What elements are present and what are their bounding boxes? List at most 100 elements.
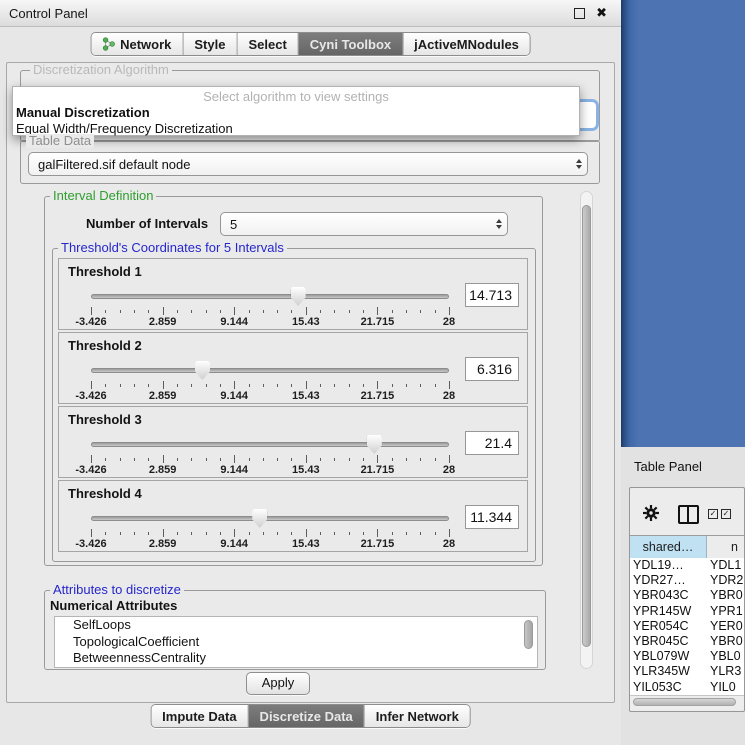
cell-shared-name: YDR27… (630, 573, 706, 588)
threshold-slider[interactable]: -3.4262.8599.14415.4321.71528 (91, 287, 449, 328)
numerical-attributes-list[interactable]: SelfLoopsTopologicalCoefficientBetweenne… (54, 616, 538, 668)
main-scrollbar[interactable] (580, 191, 593, 669)
table-row[interactable]: YDL19…YDL1 (630, 558, 744, 573)
cell-name: YPR1 (706, 604, 744, 619)
checkbox-columns-icon[interactable]: ✓ ✓ (708, 509, 731, 519)
table-row[interactable]: YPR145WYPR1 (630, 604, 744, 619)
tick-label: 28 (443, 390, 455, 402)
table-data-combobox[interactable]: galFiltered.sif default node (28, 152, 588, 176)
attributes-list-scrollbar[interactable] (524, 619, 534, 665)
slider-tick-labels: -3.4262.8599.14415.4321.71528 (91, 538, 449, 550)
threshold-slider[interactable]: -3.4262.8599.14415.4321.71528 (91, 435, 449, 476)
table-panel-window: ✓ ✓ shared… n YDL19…YDL1YDR27…YDR2YBR043… (629, 487, 745, 712)
slider-thumb-icon[interactable] (252, 509, 267, 528)
threshold-panel-2: Threshold 2-3.4262.8599.14415.4321.71528… (58, 332, 528, 404)
close-icon[interactable]: ✖ (596, 5, 607, 21)
cell-shared-name: YIL053C (630, 680, 706, 695)
table-row[interactable]: YDR27…YDR2 (630, 573, 744, 588)
table-row[interactable]: YBL079WYBL0 (630, 649, 744, 664)
tick-label: -3.426 (75, 464, 106, 476)
algorithm-option-manual-discretization[interactable]: Manual Discretization (13, 105, 579, 121)
tab-label: Network (120, 37, 171, 52)
cell-name: YLR3 (706, 664, 744, 679)
tick-label: 21.715 (361, 464, 395, 476)
attribute-item-betweennesscentrality[interactable]: BetweennessCentrality (55, 650, 537, 667)
cell-shared-name: YBR045C (630, 634, 706, 649)
combo-stepper-icon (490, 219, 507, 229)
tab-discretize-data[interactable]: Discretize Data (248, 705, 364, 727)
threshold-value-field[interactable]: 6.316 (465, 357, 519, 381)
interval-group-label: Interval Definition (50, 189, 156, 203)
cell-shared-name: YBR043C (630, 588, 706, 603)
control-panel: Control Panel ✖ NetworkStyleSelectCyni T… (0, 0, 621, 745)
tick-label: 28 (443, 316, 455, 328)
cell-name: YBL0 (706, 649, 744, 664)
tick-label: 2.859 (149, 538, 177, 550)
checkbox-icon: ✓ (721, 509, 731, 519)
slider-track[interactable] (91, 442, 449, 447)
tick-label: 2.859 (149, 464, 177, 476)
slider-track[interactable] (91, 516, 449, 521)
tab-style[interactable]: Style (182, 33, 236, 55)
table-row[interactable]: YER054CYER0 (630, 619, 744, 634)
gear-icon[interactable] (643, 505, 659, 521)
slider-thumb-icon[interactable] (367, 435, 382, 454)
cell-shared-name: YER054C (630, 619, 706, 634)
table-hscrollbar-thumb[interactable] (633, 698, 736, 706)
threshold-value-field[interactable]: 14.713 (465, 283, 519, 307)
tab-select[interactable]: Select (236, 33, 297, 55)
number-of-intervals-combobox[interactable]: 5 (220, 212, 508, 236)
tab-infer-network[interactable]: Infer Network (364, 705, 470, 727)
column-header-shared-name[interactable]: shared… (630, 536, 707, 559)
threshold-label: Threshold 4 (68, 486, 142, 501)
cell-name: YDR2 (706, 573, 744, 588)
table-hscrollbar[interactable] (630, 695, 744, 709)
threshold-slider[interactable]: -3.4262.8599.14415.4321.71528 (91, 361, 449, 402)
threshold-label: Threshold 2 (68, 338, 142, 353)
cell-shared-name: YDL19… (630, 558, 706, 573)
main-scrollbar-thumb[interactable] (582, 205, 591, 647)
tick-label: 15.43 (292, 464, 320, 476)
threshold-label: Threshold 1 (68, 264, 142, 279)
attribute-item-selfloops[interactable]: SelfLoops (55, 617, 537, 634)
slider-ticks (91, 381, 449, 389)
number-of-intervals-value: 5 (221, 217, 490, 232)
table-data-selected: galFiltered.sif default node (29, 157, 570, 172)
attributes-scrollbar-thumb[interactable] (524, 620, 533, 649)
tick-label: 9.144 (220, 390, 248, 402)
algorithm-option-equal-width-frequency-discretization[interactable]: Equal Width/Frequency Discretization (13, 121, 579, 137)
table-row[interactable]: YLR345WYLR3 (630, 664, 744, 679)
tab-network[interactable]: Network (91, 33, 182, 55)
attributes-group-label: Attributes to discretize (50, 583, 184, 597)
tick-label: -3.426 (75, 538, 106, 550)
tick-label: 15.43 (292, 390, 320, 402)
tab-label: Impute Data (162, 709, 236, 724)
threshold-value-field[interactable]: 11.344 (465, 505, 519, 529)
threshold-value-field[interactable]: 21.4 (465, 431, 519, 455)
slider-track[interactable] (91, 294, 449, 299)
tab-cyni-toolbox[interactable]: Cyni Toolbox (298, 33, 402, 55)
threshold-slider[interactable]: -3.4262.8599.14415.4321.71528 (91, 509, 449, 550)
column-layout-icon[interactable] (678, 505, 699, 524)
cell-name: YER0 (706, 619, 744, 634)
slider-thumb-icon[interactable] (291, 287, 306, 306)
tick-label: 21.715 (361, 390, 395, 402)
tab-label: Discretize Data (260, 709, 353, 724)
slider-tick-labels: -3.4262.8599.14415.4321.71528 (91, 464, 449, 476)
attribute-item-topologicalcoefficient[interactable]: TopologicalCoefficient (55, 634, 537, 651)
apply-button[interactable]: Apply (246, 672, 310, 695)
tab-jactivemnodules[interactable]: jActiveMNodules (402, 33, 530, 55)
tab-impute-data[interactable]: Impute Data (151, 705, 247, 727)
slider-track[interactable] (91, 368, 449, 373)
table-row[interactable]: YIL053CYIL0 (630, 680, 744, 695)
threshold-panel-4: Threshold 4 -3.4262.8599.14415.4321.71528… (58, 480, 528, 552)
table-row[interactable]: YBR043CYBR0 (630, 588, 744, 603)
float-window-icon[interactable] (574, 8, 585, 19)
table-row[interactable]: YBR045CYBR0 (630, 634, 744, 649)
slider-thumb-icon[interactable] (195, 361, 210, 380)
tick-label: 2.859 (149, 316, 177, 328)
cell-shared-name: YBL079W (630, 649, 706, 664)
number-of-intervals-label: Number of Intervals (86, 216, 208, 231)
column-header-name[interactable]: n (707, 536, 744, 559)
algorithm-placeholder: Select algorithm to view settings (13, 89, 579, 105)
